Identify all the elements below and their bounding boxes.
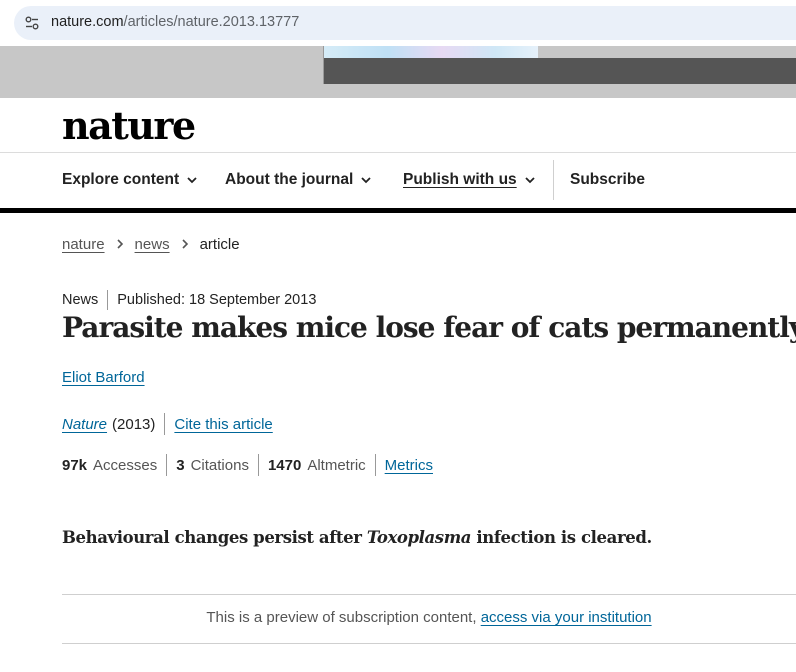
preview-top-rule	[62, 594, 796, 595]
nav-about-label: About the journal	[225, 171, 354, 188]
subscription-preview-notice: This is a preview of subscription conten…	[62, 609, 796, 626]
nav-publish-label: Publish with us	[403, 171, 517, 188]
standfirst-organism: Toxoplasma	[366, 528, 472, 547]
url-domain: nature.com	[51, 14, 124, 30]
breadcrumb-current: article	[199, 235, 240, 253]
chevron-down-icon	[361, 177, 371, 184]
chevron-right-icon	[182, 239, 188, 249]
advertisement-frame	[323, 46, 796, 84]
meta-divider	[107, 290, 109, 310]
chevron-right-icon	[116, 239, 123, 249]
article-type: News	[62, 292, 99, 308]
institution-access-link[interactable]: access via your institution	[481, 609, 652, 626]
citation-row: Nature (2013) Cite this article	[62, 413, 273, 435]
citations-count: 3	[176, 456, 185, 474]
url-path: /articles/nature.2013.13777	[123, 14, 300, 30]
url-text[interactable]: nature.com/articles/nature.2013.13777	[51, 14, 299, 30]
article-metrics: 97k Accesses 3 Citations 1470 Altmetric …	[62, 454, 433, 476]
advertisement-banner	[0, 46, 796, 98]
nav-explore-label: Explore content	[62, 171, 180, 188]
nav-publish-with-us[interactable]: Publish with us	[403, 160, 536, 200]
journal-link[interactable]: Nature	[62, 416, 107, 433]
url-field[interactable]: nature.com/articles/nature.2013.13777	[14, 6, 796, 40]
standfirst-text-before: Behavioural changes persist after	[62, 528, 367, 547]
nav-about-journal[interactable]: About the journal	[225, 160, 372, 200]
main-navigation: Explore content About the journal Publis…	[0, 160, 796, 200]
metrics-divider	[166, 454, 168, 476]
nav-bottom-rule	[0, 208, 796, 213]
nav-subscribe-label: Subscribe	[570, 171, 645, 188]
nav-explore-content[interactable]: Explore content	[62, 160, 198, 200]
browser-address-bar: nature.com/articles/nature.2013.13777	[0, 0, 796, 46]
breadcrumb-nature-link[interactable]: nature	[62, 236, 105, 253]
article-title: Parasite makes mice lose fear of cats pe…	[62, 311, 796, 344]
nature-logo[interactable]: nature	[62, 104, 196, 148]
altmetric-label: Altmetric	[307, 456, 366, 474]
cite-this-article-link[interactable]: Cite this article	[174, 416, 272, 433]
breadcrumb-news-link[interactable]: news	[135, 236, 170, 253]
preview-bottom-rule	[62, 643, 796, 644]
author-link[interactable]: Eliot Barford	[62, 369, 145, 386]
standfirst-text-after: infection is cleared.	[471, 528, 652, 547]
published-date: Published: 18 September 2013	[117, 292, 317, 308]
accesses-label: Accesses	[93, 456, 158, 474]
metrics-link[interactable]: Metrics	[385, 457, 433, 474]
chevron-down-icon	[525, 177, 535, 184]
altmetric-score: 1470	[267, 456, 302, 474]
publication-year: (2013)	[112, 415, 156, 433]
metrics-divider	[257, 454, 259, 476]
accesses-count: 97k	[62, 456, 88, 474]
header-divider	[0, 152, 796, 153]
article-standfirst: Behavioural changes persist after Toxopl…	[62, 526, 652, 550]
nav-subscribe[interactable]: Subscribe	[570, 160, 645, 200]
metrics-divider	[374, 454, 376, 476]
nav-divider	[553, 160, 554, 200]
citations-label: Citations	[190, 456, 249, 474]
breadcrumb: nature news article	[62, 234, 240, 254]
chevron-down-icon	[187, 177, 197, 184]
citation-divider	[164, 413, 166, 435]
site-settings-icon[interactable]	[24, 15, 40, 31]
article-meta: News Published: 18 September 2013	[62, 290, 316, 310]
preview-text: This is a preview of subscription conten…	[206, 609, 481, 626]
